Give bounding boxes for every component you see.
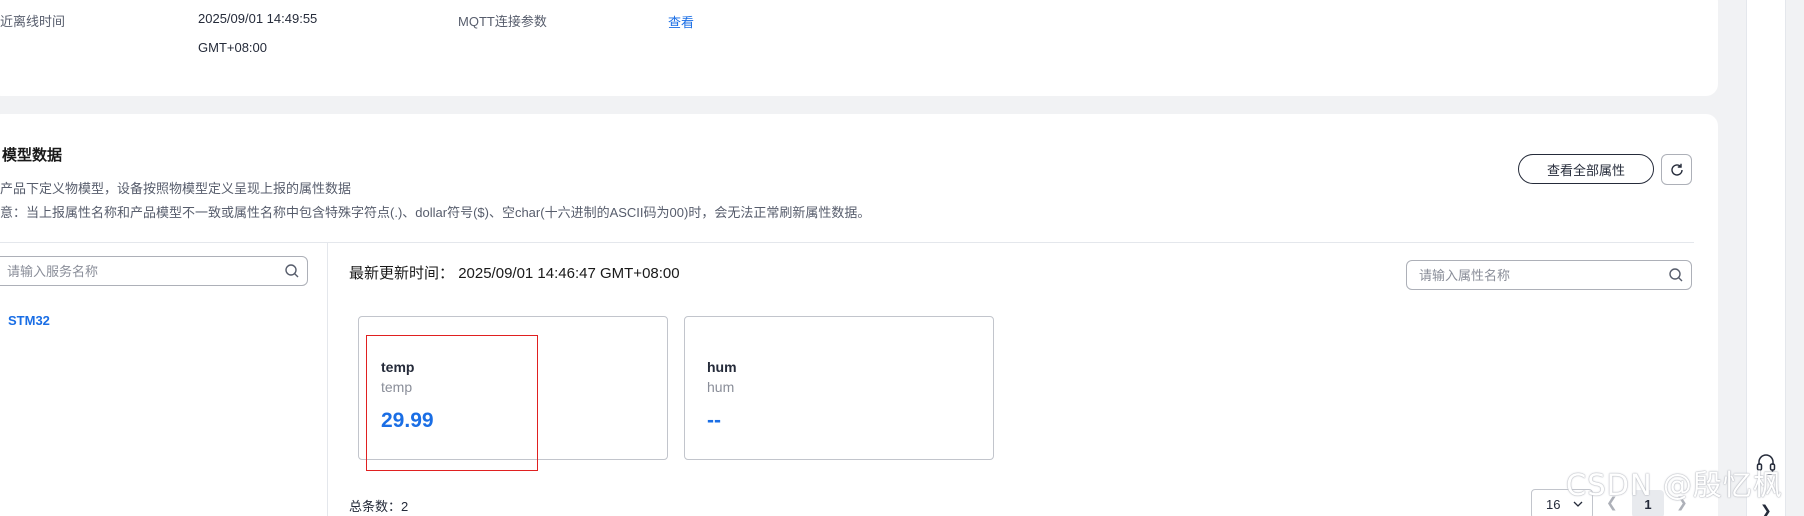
total-value: 2 — [401, 499, 409, 514]
last-offline-label: 近离线时间 — [0, 14, 66, 29]
mqtt-params-label: MQTT连接参数 — [458, 14, 547, 29]
side-rail — [1746, 0, 1786, 516]
property-search-input[interactable] — [1407, 267, 1661, 283]
expand-rail-icon[interactable]: ❯ — [1760, 502, 1772, 516]
total-label: 总条数： — [349, 499, 402, 514]
refresh-button[interactable] — [1661, 154, 1692, 185]
refresh-icon — [1670, 163, 1683, 176]
watermark: CSDN @殷忆枫 — [1566, 468, 1783, 502]
property-value: -- — [707, 409, 721, 432]
annotation-highlight-box — [366, 335, 538, 471]
search-icon[interactable] — [277, 263, 307, 279]
page-size-value: 16 — [1546, 496, 1561, 512]
view-all-properties-button[interactable]: 查看全部属性 — [1518, 154, 1654, 184]
total-count: 总条数：2 — [349, 496, 408, 515]
last-offline-time: 2025/09/01 14:49:55 — [198, 11, 318, 26]
section-divider — [0, 242, 1694, 243]
service-search-input[interactable] — [0, 263, 277, 279]
property-identifier: hum — [707, 379, 735, 395]
panel-divider — [327, 243, 328, 516]
section-note: 意：当上报属性名称和产品模型不一致或属性名称中包含特殊字符点(.)、dollar… — [0, 205, 871, 220]
last-offline-timezone: GMT+08:00 — [198, 40, 268, 55]
search-icon[interactable] — [1661, 267, 1691, 283]
property-search-box[interactable] — [1406, 260, 1692, 290]
property-card-hum[interactable]: hum hum -- — [684, 316, 994, 460]
update-time: 最新更新时间： 2025/09/01 14:46:47 GMT+08:00 — [349, 262, 680, 283]
mqtt-view-link[interactable]: 查看 — [668, 12, 694, 31]
update-time-label: 最新更新时间： — [349, 265, 455, 282]
service-item-stm32[interactable]: STM32 — [8, 313, 50, 328]
update-time-value: 2025/09/01 14:46:47 GMT+08:00 — [458, 265, 680, 282]
section-description: 产品下定义物模型，设备按照物模型定义呈现上报的属性数据 — [0, 181, 352, 196]
property-name: hum — [707, 359, 737, 375]
scrollbar[interactable] — [1786, 0, 1804, 516]
service-search-box[interactable] — [0, 256, 308, 286]
section-title: 模型数据 — [2, 147, 63, 164]
